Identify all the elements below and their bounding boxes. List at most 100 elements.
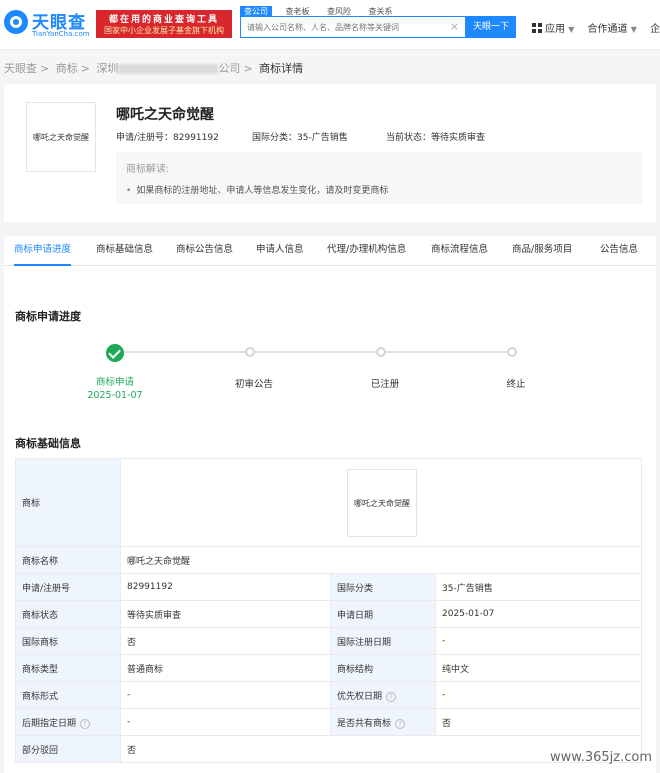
explain-title: 商标解读: xyxy=(126,164,170,175)
chevron-down-icon: ▼ xyxy=(630,25,637,34)
question-icon[interactable]: ? xyxy=(386,691,397,702)
table-row: 商标名称 哪吒之天命觉醒 xyxy=(15,546,642,574)
table-value: 等待实质审查 xyxy=(120,600,331,628)
table-label-with-help: 是否共有商标? xyxy=(330,708,436,736)
table-label: 商标类型 xyxy=(15,654,121,682)
table-value: 35-广告销售 xyxy=(435,573,642,601)
table-value: - xyxy=(120,708,331,736)
table-row: 部分驳回 否 xyxy=(15,735,642,763)
table-label: 申请/注册号 xyxy=(15,573,121,601)
step-label-registered: 已注册 xyxy=(370,379,400,390)
explain-item: 如果商标的注册地址、申请人等信息发生变化，请及时变更商标 xyxy=(126,183,632,196)
breadcrumb-company[interactable]: 深圳 公司 xyxy=(96,62,240,75)
table-value: 哪吒之天命觉醒 xyxy=(120,546,642,574)
main-content: 商标申请进度 商标申请 2025-01-07 初审公告 已注册 终止 商标基础信… xyxy=(4,266,656,773)
tab-agency-info[interactable]: 代理/办理机构信息 xyxy=(327,236,406,266)
table-value: 否 xyxy=(435,708,642,736)
tab-announcement-info[interactable]: 商标公告信息 xyxy=(176,236,233,266)
trademark-image-cell: 哪吒之天命觉醒 xyxy=(120,458,642,547)
table-value: 2025-01-07 xyxy=(435,600,642,628)
detail-tabs: 商标申请进度 商标基础信息 商标公告信息 申请人信息 代理/办理机构信息 商标流… xyxy=(4,236,656,266)
table-row: 商标类型 普通商标 商标结构 纯中文 xyxy=(15,654,642,682)
nav-right: 应用 ▼ 合作通道 ▼ 企 xyxy=(532,20,660,35)
step-label-apply: 商标申请 xyxy=(95,377,134,388)
step-dot xyxy=(245,347,255,357)
promo-line2: 国家中小企业发展子基金旗下机构 xyxy=(104,26,224,35)
top-header: 天眼查 TianYanCha.com 都在用的商业查询工具 国家中小企业发展子基… xyxy=(0,0,660,50)
chevron-down-icon: ▼ xyxy=(568,25,575,34)
trademark-title: 哪吒之天命觉醒 xyxy=(116,107,214,123)
table-label: 国际分类 xyxy=(330,573,436,601)
trademark-thumbnail[interactable]: 哪吒之天命觉醒 xyxy=(26,102,96,172)
tab-basic-info[interactable]: 商标基础信息 xyxy=(96,236,153,266)
trademark-image[interactable]: 哪吒之天命觉醒 xyxy=(347,469,417,537)
table-label: 国际注册日期 xyxy=(330,627,436,655)
table-value: - xyxy=(435,681,642,709)
table-row: 商标形式 - 优先权日期? - xyxy=(15,681,642,709)
progress-section-title: 商标申请进度 xyxy=(15,310,81,323)
table-label: 商标名称 xyxy=(15,546,121,574)
table-label: 商标 xyxy=(15,458,121,547)
step-dot xyxy=(376,347,386,357)
breadcrumb: 天眼查 > 商标 > 深圳 公司 > 商标详情 xyxy=(4,62,304,75)
eye-logo-icon xyxy=(4,10,28,34)
basic-info-table: 商标 哪吒之天命觉醒 商标名称 哪吒之天命觉醒 申请/注册号 82991192 … xyxy=(15,458,642,763)
promo-line1: 都在用的商业查询工具 xyxy=(108,15,219,25)
tab-progress[interactable]: 商标申请进度 xyxy=(14,236,72,266)
breadcrumb-current: 商标详情 xyxy=(259,62,304,75)
nav-apps[interactable]: 应用 ▼ xyxy=(532,23,575,35)
search-input[interactable] xyxy=(241,17,441,37)
clear-icon[interactable]: × xyxy=(450,20,459,33)
step-label-prelim: 初审公告 xyxy=(234,379,273,390)
table-row: 申请/注册号 82991192 国际分类 35-广告销售 xyxy=(15,573,642,601)
breadcrumb-home[interactable]: 天眼查 xyxy=(4,62,37,75)
table-label-with-help: 后期指定日期? xyxy=(15,708,121,736)
tab-process-info[interactable]: 商标流程信息 xyxy=(431,236,488,266)
reg-number: 申请/注册号：82991192 xyxy=(116,133,219,143)
table-label-with-help: 优先权日期? xyxy=(330,681,436,709)
check-icon xyxy=(106,344,124,362)
logo-subtext: TianYanCha.com xyxy=(32,30,90,38)
table-value: 普通商标 xyxy=(120,654,331,682)
progress-line xyxy=(120,351,516,353)
nav-enterprise[interactable]: 企 xyxy=(650,24,660,35)
grid-icon xyxy=(532,23,542,33)
table-label: 部分驳回 xyxy=(15,735,121,763)
step-label-terminated: 终止 xyxy=(506,379,526,390)
question-icon[interactable]: ? xyxy=(395,718,406,729)
trademark-explain-box: 商标解读: 如果商标的注册地址、申请人等信息发生变化，请及时变更商标 xyxy=(116,152,642,204)
table-value: 82991192 xyxy=(120,573,331,601)
redacted-text xyxy=(118,64,219,74)
tab-applicant-info[interactable]: 申请人信息 xyxy=(256,236,304,266)
watermark: www.365jz.com xyxy=(550,750,652,765)
nav-cooperation[interactable]: 合作通道 ▼ xyxy=(588,24,637,35)
table-value: - xyxy=(435,627,642,655)
step-date-apply: 2025-01-07 xyxy=(87,390,143,401)
table-label: 商标状态 xyxy=(15,600,121,628)
promo-banner[interactable]: 都在用的商业查询工具 国家中小企业发展子基金旗下机构 xyxy=(96,10,232,38)
search-box: × xyxy=(240,16,466,38)
table-label: 商标形式 xyxy=(15,681,121,709)
table-row: 国际商标 否 国际注册日期 - xyxy=(15,627,642,655)
breadcrumb-trademark[interactable]: 商标 xyxy=(56,62,78,75)
table-row: 商标 哪吒之天命觉醒 xyxy=(15,458,642,547)
question-icon[interactable]: ? xyxy=(80,718,91,729)
intl-class: 国际分类：35-广告销售 xyxy=(252,133,348,143)
table-row: 后期指定日期? - 是否共有商标? 否 xyxy=(15,708,642,736)
basic-section-title: 商标基础信息 xyxy=(15,437,81,450)
table-label: 商标结构 xyxy=(330,654,436,682)
table-value: 否 xyxy=(120,627,331,655)
table-value: - xyxy=(120,681,331,709)
current-status: 当前状态：等待实质审查 xyxy=(386,133,486,143)
tab-goods-services[interactable]: 商品/服务项目 xyxy=(512,236,572,266)
step-dot xyxy=(507,347,517,357)
table-label: 申请日期 xyxy=(330,600,436,628)
tianyancha-logo[interactable]: 天眼查 TianYanCha.com xyxy=(4,8,94,42)
tab-announcements[interactable]: 公告信息 xyxy=(600,236,638,266)
table-value: 纯中文 xyxy=(435,654,642,682)
table-label: 国际商标 xyxy=(15,627,121,655)
trademark-summary-card: 哪吒之天命觉醒 哪吒之天命觉醒 申请/注册号：82991192 国际分类：35-… xyxy=(4,84,656,222)
search-button[interactable]: 天眼一下 xyxy=(466,16,516,38)
table-row: 商标状态 等待实质审查 申请日期 2025-01-07 xyxy=(15,600,642,628)
search-tabs: 查公司 查老板 查风险 查关系 xyxy=(240,4,403,18)
